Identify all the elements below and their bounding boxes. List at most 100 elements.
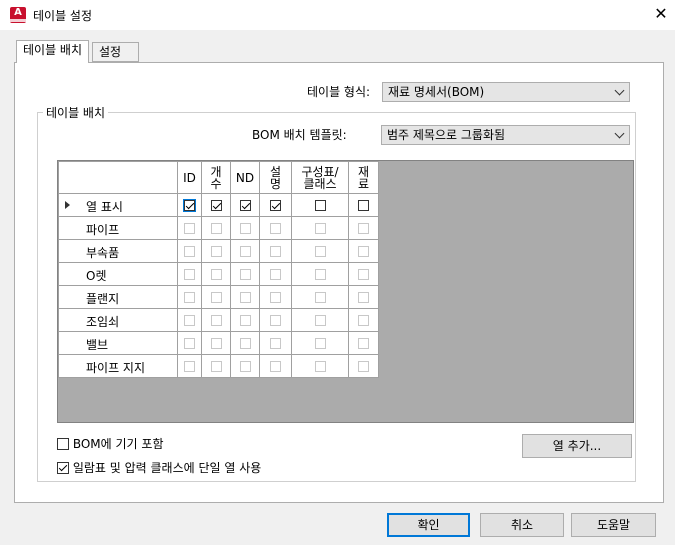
column-checkbox[interactable]	[210, 292, 222, 303]
column-header[interactable]: 설 명	[259, 161, 292, 194]
column-header[interactable]: ID	[177, 161, 202, 194]
column-checkbox[interactable]	[314, 338, 326, 349]
column-checkbox[interactable]	[184, 338, 195, 349]
row-label: 플랜지	[86, 292, 120, 306]
row-label: 부속품	[86, 246, 120, 260]
bom-template-value: 범주 제목으로 그룹화됨	[387, 128, 506, 142]
column-checkbox[interactable]	[184, 246, 195, 257]
column-checkbox[interactable]	[270, 223, 281, 234]
row-header[interactable]: 부속품	[58, 239, 178, 263]
column-checkbox[interactable]	[358, 338, 369, 349]
grid-cell	[230, 285, 260, 309]
chevron-down-icon	[614, 128, 625, 139]
row-header[interactable]: 플랜지	[58, 285, 178, 309]
column-checkbox[interactable]	[184, 223, 195, 234]
column-checkbox[interactable]	[314, 361, 326, 372]
column-checkbox[interactable]	[210, 223, 222, 234]
grid-cell	[177, 308, 202, 332]
column-checkbox[interactable]	[358, 292, 369, 303]
column-checkbox[interactable]	[239, 200, 251, 211]
grid-cell	[201, 331, 231, 355]
grid-cell	[177, 262, 202, 286]
column-checkbox[interactable]	[358, 361, 369, 372]
column-checkbox[interactable]	[358, 246, 369, 257]
column-checkbox[interactable]	[270, 200, 281, 211]
column-header[interactable]: 구성표/ 클래스	[291, 161, 349, 194]
column-checkbox[interactable]	[239, 223, 251, 234]
column-checkbox[interactable]	[358, 315, 369, 326]
close-icon[interactable]: ✕	[650, 2, 672, 26]
table-row: 파이프 지지	[58, 354, 379, 378]
column-checkbox[interactable]	[239, 338, 251, 349]
grid-cell	[348, 193, 379, 217]
row-label: O렛	[86, 269, 107, 283]
column-checkbox[interactable]	[314, 246, 326, 257]
column-checkbox[interactable]	[239, 361, 251, 372]
column-checkbox[interactable]	[210, 200, 222, 211]
column-checkbox[interactable]	[270, 338, 281, 349]
column-checkbox[interactable]	[239, 246, 251, 257]
row-header[interactable]: 조임쇠	[58, 308, 178, 332]
table-format-dropdown[interactable]: 재료 명세서(BOM)	[382, 82, 630, 102]
column-checkbox[interactable]	[210, 361, 222, 372]
row-header[interactable]: 파이프	[58, 216, 178, 240]
column-checkbox[interactable]	[239, 292, 251, 303]
column-checkbox[interactable]	[314, 269, 326, 280]
ok-button[interactable]: 확인	[387, 513, 470, 537]
column-checkbox[interactable]	[270, 269, 281, 280]
single-column-option[interactable]: 일람표 및 압력 클래스에 단일 열 사용	[57, 459, 261, 476]
tab-settings[interactable]: 설정	[92, 42, 139, 62]
column-checkbox[interactable]	[270, 315, 281, 326]
column-checkbox[interactable]	[270, 292, 281, 303]
grid-cell	[259, 354, 292, 378]
column-checkbox[interactable]	[270, 361, 281, 372]
single-column-checkbox[interactable]	[57, 461, 69, 474]
corner-cell	[58, 161, 178, 194]
row-header[interactable]: O렛	[58, 262, 178, 286]
row-header[interactable]: 열 표시	[58, 193, 178, 217]
column-checkbox[interactable]	[239, 269, 251, 280]
grid-header-row: ID 개 수 ND 설 명 구성표/ 클래스 재 료	[58, 161, 379, 194]
grid-cell	[230, 193, 260, 217]
column-checkbox[interactable]	[239, 315, 251, 326]
column-checkbox[interactable]	[184, 361, 195, 372]
column-checkbox[interactable]	[314, 200, 326, 211]
column-header[interactable]: ND	[230, 161, 260, 194]
add-column-button[interactable]: 열 추가...	[522, 434, 632, 458]
grid-cell	[201, 239, 231, 263]
bom-template-dropdown[interactable]: 범주 제목으로 그룹화됨	[381, 125, 630, 145]
column-checkbox[interactable]	[210, 338, 222, 349]
column-checkbox[interactable]	[314, 292, 326, 303]
help-button[interactable]: 도움말	[571, 513, 656, 537]
row-label: 조임쇠	[86, 315, 120, 329]
column-checkbox[interactable]	[183, 199, 196, 212]
grid-cell	[291, 193, 349, 217]
grid-cell	[230, 331, 260, 355]
grid-cell	[259, 308, 292, 332]
table-format-value: 재료 명세서(BOM)	[388, 85, 485, 99]
grid-cell	[348, 262, 379, 286]
column-checkbox[interactable]	[184, 269, 195, 280]
column-checkbox[interactable]	[270, 246, 281, 257]
column-header[interactable]: 개 수	[201, 161, 231, 194]
column-checkbox[interactable]	[210, 269, 222, 280]
row-header[interactable]: 밸브	[58, 331, 178, 355]
column-checkbox[interactable]	[184, 315, 195, 326]
tab-table-layout[interactable]: 테이블 배치	[16, 40, 90, 63]
column-checkbox[interactable]	[210, 246, 222, 257]
column-checkbox[interactable]	[314, 223, 326, 234]
single-column-label: 일람표 및 압력 클래스에 단일 열 사용	[72, 461, 262, 475]
column-checkbox[interactable]	[210, 315, 222, 326]
column-checkbox[interactable]	[358, 200, 369, 211]
grid-cell	[177, 239, 202, 263]
column-checkbox[interactable]	[184, 292, 195, 303]
column-header[interactable]: 재 료	[348, 161, 379, 194]
column-checkbox[interactable]	[314, 315, 326, 326]
include-equipment-option[interactable]: BOM에 기기 포함	[57, 435, 163, 452]
column-checkbox[interactable]	[358, 269, 369, 280]
title-bar	[0, 0, 675, 30]
include-equipment-checkbox[interactable]	[57, 437, 69, 450]
column-checkbox[interactable]	[358, 223, 369, 234]
cancel-button[interactable]: 취소	[480, 513, 564, 537]
row-header[interactable]: 파이프 지지	[58, 354, 178, 378]
